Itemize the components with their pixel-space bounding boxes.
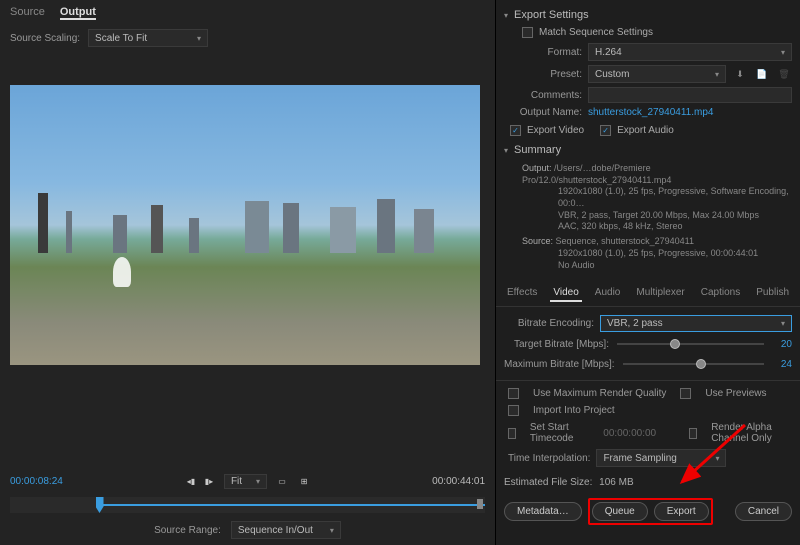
use-previews-checkbox[interactable] xyxy=(680,388,691,399)
export-audio-checkbox[interactable] xyxy=(600,125,611,136)
annotation-highlight: Queue Export xyxy=(588,498,713,525)
export-audio-label: Export Audio xyxy=(617,125,674,136)
summary-block: Output: /Users/…dobe/Premiere Pro/12.0/s… xyxy=(504,159,792,275)
comments-label: Comments: xyxy=(504,90,582,101)
tab-publish[interactable]: Publish xyxy=(753,285,792,302)
output-name-label: Output Name: xyxy=(504,107,582,118)
format-select[interactable]: H.264 ▾ xyxy=(588,43,792,61)
time-interpolation-select[interactable]: Frame Sampling ▾ xyxy=(596,449,726,467)
target-bitrate-label: Target Bitrate [Mbps]: xyxy=(504,339,609,350)
source-scaling-select[interactable]: Scale To Fit ▾ xyxy=(88,29,208,47)
max-render-quality-checkbox[interactable] xyxy=(508,388,519,399)
import-preset-icon[interactable]: 📄 xyxy=(754,66,770,82)
video-preview xyxy=(10,85,480,365)
set-start-timecode-checkbox[interactable] xyxy=(508,428,516,439)
tab-video[interactable]: Video xyxy=(550,285,581,302)
tab-captions[interactable]: Captions xyxy=(698,285,743,302)
zoom-select[interactable]: Fit ▾ xyxy=(224,474,267,489)
source-range-select[interactable]: Sequence In/Out ▾ xyxy=(231,521,341,539)
next-frame-button[interactable]: ▮▸ xyxy=(202,475,216,489)
preview-tabs: Source Output xyxy=(0,0,495,26)
chevron-down-icon: ▾ xyxy=(330,526,334,535)
timecode-current: 00:00:08:24 xyxy=(10,476,63,487)
export-settings-heading: Export Settings xyxy=(514,9,589,21)
time-interpolation-label: Time Interpolation: xyxy=(508,453,590,464)
out-point-marker[interactable] xyxy=(477,499,483,509)
import-into-project-checkbox[interactable] xyxy=(508,405,519,416)
queue-button[interactable]: Queue xyxy=(592,502,648,521)
export-video-label: Export Video xyxy=(527,125,584,136)
chevron-down-icon: ▾ xyxy=(781,319,785,328)
render-alpha-checkbox[interactable] xyxy=(689,428,697,439)
playhead[interactable] xyxy=(96,497,104,513)
preset-label: Preset: xyxy=(504,69,582,80)
prev-frame-button[interactable]: ◂▮ xyxy=(184,475,198,489)
match-sequence-label: Match Sequence Settings xyxy=(539,27,653,38)
start-timecode-value: 00:00:00:00 xyxy=(603,428,656,439)
disclosure-icon[interactable]: ▾ xyxy=(504,146,508,155)
settings-icon[interactable]: ⊞ xyxy=(297,475,311,489)
max-render-quality-label: Use Maximum Render Quality xyxy=(533,388,666,399)
max-bitrate-label: Maximum Bitrate [Mbps]: xyxy=(504,359,615,370)
delete-preset-icon[interactable]: 🗑 xyxy=(776,66,792,82)
aspect-button[interactable]: ▭ xyxy=(275,475,289,489)
save-preset-icon[interactable]: ⬇ xyxy=(732,66,748,82)
tab-effects[interactable]: Effects xyxy=(504,285,540,302)
disclosure-icon[interactable]: ▾ xyxy=(504,11,508,20)
source-range-label: Source Range: xyxy=(154,525,221,536)
output-name-link[interactable]: shutterstock_27940411.mp4 xyxy=(588,107,713,118)
target-bitrate-value[interactable]: 20 xyxy=(772,339,792,350)
source-scaling-label: Source Scaling: xyxy=(10,33,80,44)
max-bitrate-slider[interactable] xyxy=(623,358,764,370)
chevron-down-icon: ▾ xyxy=(781,48,785,57)
timeline-ruler[interactable] xyxy=(10,497,485,513)
cancel-button[interactable]: Cancel xyxy=(735,502,792,521)
format-label: Format: xyxy=(504,47,582,58)
set-start-timecode-label: Set Start Timecode xyxy=(530,422,585,444)
render-alpha-label: Render Alpha Channel Only xyxy=(711,422,792,444)
export-video-checkbox[interactable] xyxy=(510,125,521,136)
chevron-down-icon: ▾ xyxy=(715,70,719,79)
estimated-size-value: 106 MB xyxy=(599,477,633,488)
tab-audio[interactable]: Audio xyxy=(592,285,624,302)
timecode-duration: 00:00:44:01 xyxy=(432,476,485,487)
summary-heading: Summary xyxy=(514,144,561,156)
bitrate-encoding-select[interactable]: VBR, 2 pass ▾ xyxy=(600,315,792,332)
use-previews-label: Use Previews xyxy=(705,388,766,399)
settings-tabs: Effects Video Audio Multiplexer Captions… xyxy=(496,281,800,307)
tab-multiplexer[interactable]: Multiplexer xyxy=(633,285,687,302)
chevron-down-icon: ▾ xyxy=(256,477,260,486)
chevron-down-icon: ▾ xyxy=(197,34,201,43)
max-bitrate-value[interactable]: 24 xyxy=(772,359,792,370)
tab-output[interactable]: Output xyxy=(60,6,96,20)
export-button[interactable]: Export xyxy=(654,502,709,521)
metadata-button[interactable]: Metadata… xyxy=(504,502,582,521)
chevron-down-icon: ▾ xyxy=(715,454,719,463)
estimated-size-label: Estimated File Size: xyxy=(504,477,592,488)
tab-source[interactable]: Source xyxy=(10,6,45,20)
target-bitrate-slider[interactable] xyxy=(617,338,764,350)
bitrate-encoding-label: Bitrate Encoding: xyxy=(504,318,594,329)
comments-input[interactable] xyxy=(588,87,792,103)
preset-select[interactable]: Custom ▾ xyxy=(588,65,726,83)
import-into-project-label: Import Into Project xyxy=(533,405,615,416)
match-sequence-checkbox[interactable] xyxy=(522,27,533,38)
